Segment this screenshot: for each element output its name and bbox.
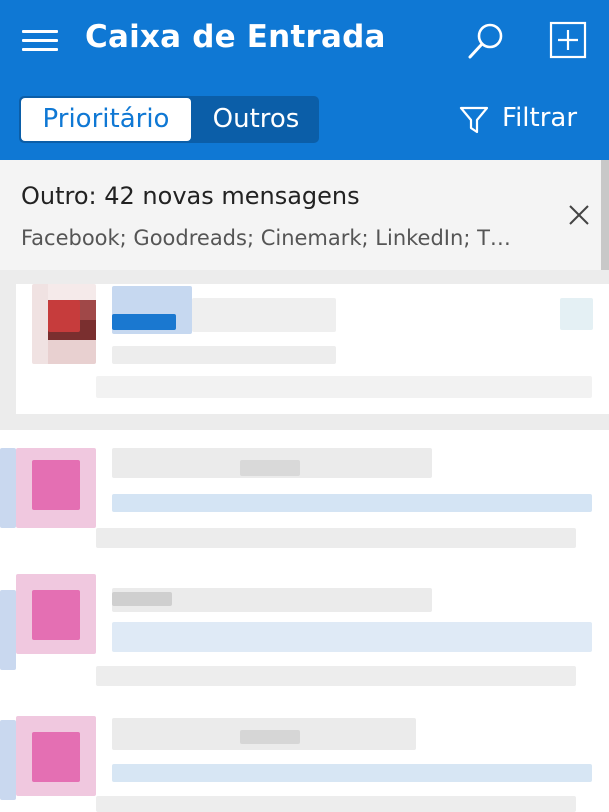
inbox-tabs: Prioritário Outros (19, 96, 319, 143)
close-icon (569, 205, 589, 225)
app-bar: Caixa de Entrada Prioritário Outros Filt… (0, 0, 609, 160)
hamburger-menu-icon[interactable] (22, 28, 60, 52)
banner-title: Outro: 42 novas mensagens (21, 182, 360, 210)
filter-button[interactable]: Filtrar (458, 100, 588, 140)
search-button[interactable] (466, 20, 508, 62)
filter-icon (459, 106, 489, 134)
other-inbox-banner[interactable]: Outro: 42 novas mensagens Facebook; Good… (0, 160, 601, 270)
message-preview (96, 376, 592, 398)
tab-focused[interactable]: Prioritário (21, 98, 191, 141)
title-row: Caixa de Entrada (0, 0, 609, 80)
tab-other[interactable]: Outros (195, 96, 317, 143)
message-preview (96, 796, 576, 812)
message-item[interactable] (16, 284, 609, 414)
message-item[interactable] (0, 716, 609, 812)
compose-new-icon (549, 21, 587, 59)
compose-button[interactable] (548, 20, 588, 60)
page-title: Caixa de Entrada (85, 19, 386, 55)
message-preview (96, 528, 576, 548)
message-subject (112, 764, 592, 782)
filter-label: Filtrar (502, 103, 578, 133)
message-preview (96, 666, 576, 686)
message-item[interactable] (0, 432, 609, 562)
message-subject (112, 494, 592, 512)
message-subject (112, 622, 592, 652)
scrollbar[interactable] (601, 160, 609, 270)
banner-senders: Facebook; Goodreads; Cinemark; LinkedIn;… (21, 226, 511, 250)
message-item[interactable] (0, 574, 609, 704)
message-subject (112, 346, 336, 364)
search-icon (468, 23, 503, 59)
banner-close-button[interactable] (566, 202, 592, 228)
